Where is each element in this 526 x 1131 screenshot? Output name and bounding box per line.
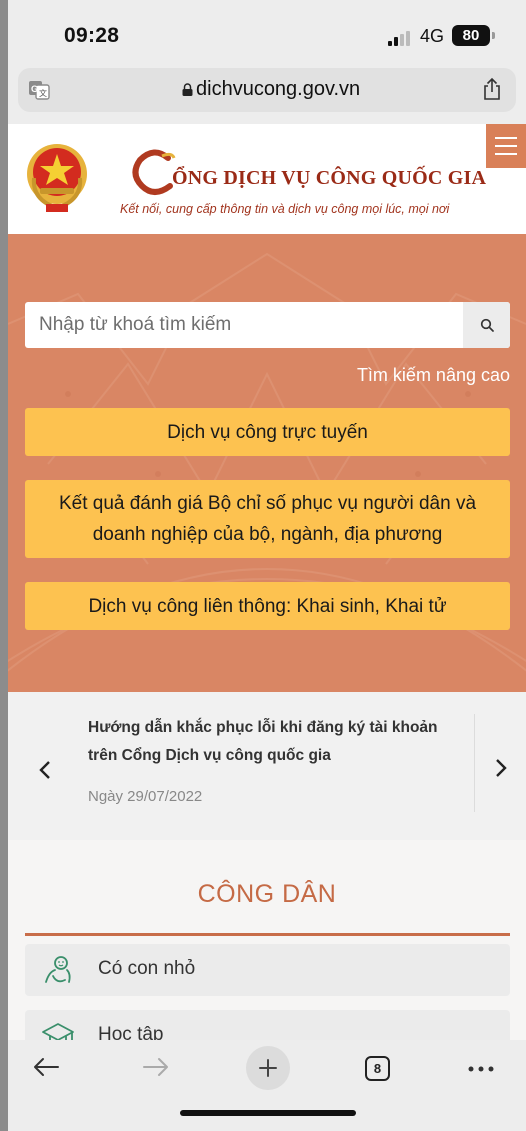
chevron-left-icon[interactable] [38,760,52,780]
menu-icon-bar [495,145,517,147]
lock-icon [182,83,193,96]
brand-title: ỔNG DỊCH VỤ CÔNG QUỐC GIA [172,167,487,189]
search-input[interactable] [25,302,463,348]
national-emblem-logo[interactable] [26,138,88,218]
citizen-section-heading: CÔNG DÂN [197,880,337,908]
status-time: 09:28 [64,24,120,47]
url-text[interactable]: dichvucong.gov.vn [196,78,360,101]
advanced-search-link[interactable]: Tìm kiếm nâng cao [357,365,510,386]
search-button[interactable] [463,302,510,348]
battery-tip [492,32,495,39]
service-index-results-button[interactable]: Kết quả đánh giá Bộ chỉ số phục vụ người… [25,480,510,558]
menu-icon-bar [495,153,517,155]
signal-icon [388,30,414,46]
status-bar: 09:28 4G 80 [8,0,526,62]
brand-initial-logo: C [132,149,176,195]
more-options-icon[interactable] [468,1066,494,1072]
translate-icon[interactable]: G 文 [28,80,50,100]
site-header: C ỔNG DỊCH VỤ CÔNG QUỐC GIA Kết nối, cun… [8,124,526,234]
hero-section: Tìm kiếm nâng cao Dịch vụ công trực tuyế… [8,234,526,692]
browser-address-area: G 文 dichvucong.gov.vn [8,62,526,124]
search-box [25,302,510,348]
network-label: 4G [420,26,445,46]
svg-text:文: 文 [39,88,47,98]
news-divider [474,714,475,812]
new-tab-button[interactable] [246,1046,290,1090]
section-divider [25,933,510,936]
menu-icon-bar [495,137,517,139]
online-public-services-button[interactable]: Dịch vụ công trực tuyến [25,408,510,456]
baby-icon [45,956,71,983]
share-icon[interactable] [482,77,502,101]
category-item-children[interactable]: Có con nhỏ [25,944,510,996]
back-arrow-icon[interactable] [32,1056,60,1078]
birth-death-services-button[interactable]: Dịch vụ công liên thông: Khai sinh, Khai… [25,582,510,630]
category-label: Có con nhỏ [98,958,196,979]
hamburger-menu-button[interactable] [486,124,526,168]
news-title-link[interactable]: Hướng dẫn khắc phục lỗi khi đăng ký tài … [88,714,458,770]
search-icon [480,318,494,332]
news-carousel: Hướng dẫn khắc phục lỗi khi đăng ký tài … [8,692,526,840]
site-tagline: Kết nối, cung cấp thông tin và dịch vụ c… [120,202,450,216]
address-bar[interactable]: G 文 dichvucong.gov.vn [18,68,516,112]
chevron-right-icon[interactable] [494,758,508,778]
home-indicator [180,1110,356,1116]
tab-switcher-button[interactable]: 8 [365,1056,390,1081]
svg-text:G: G [31,84,38,94]
news-date: Ngày 29/07/2022 [88,788,203,805]
browser-toolbar: 8 [8,1040,526,1131]
brand-initial: C [142,177,143,179]
forward-arrow-icon[interactable] [142,1056,170,1078]
phone-screen: 09:28 4G 80 G 文 dichvucong.gov.vn C ỔNG … [8,0,526,1131]
plus-icon [259,1059,277,1077]
battery-icon: 80 [452,25,490,46]
